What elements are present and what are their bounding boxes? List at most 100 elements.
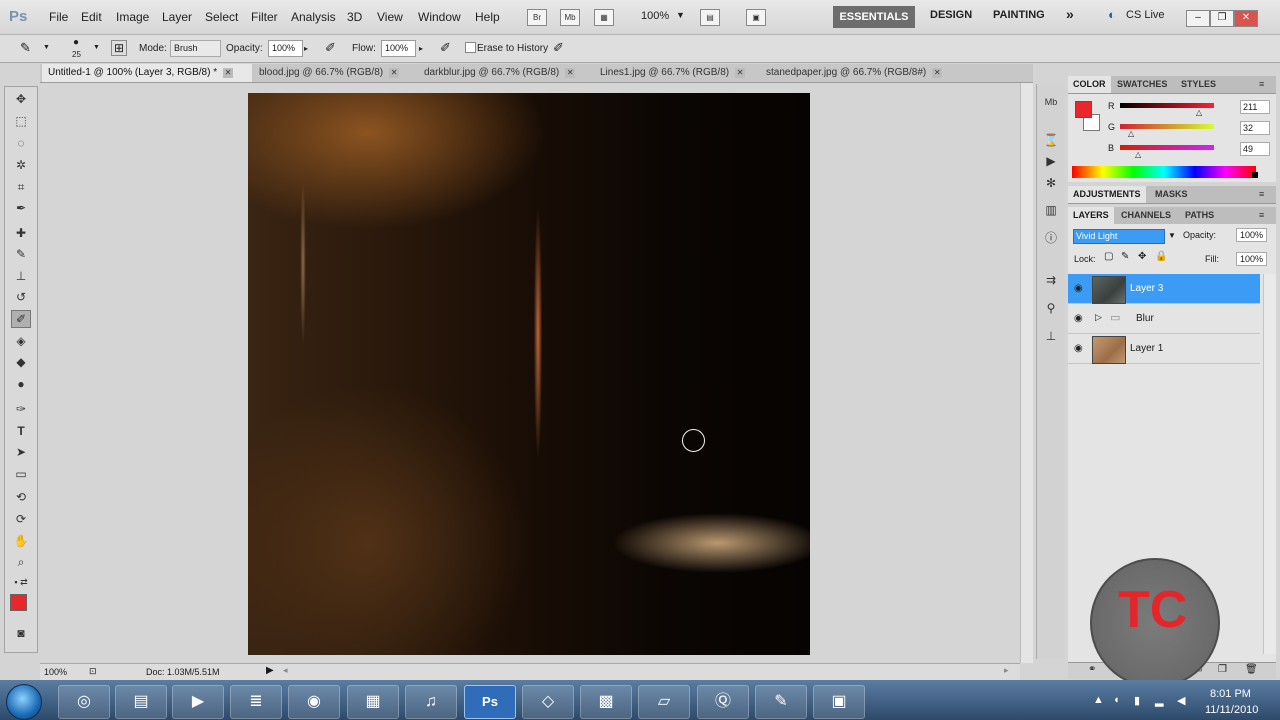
status-menu-arrow-icon[interactable]: ▶ — [266, 665, 274, 676]
tab-darkblur[interactable]: darkblur.jpg @ 66.7% (RGB/8) ✕ — [418, 64, 594, 82]
rectangle-tool-icon[interactable]: ▭ — [12, 466, 30, 482]
expand-triangle-icon[interactable]: ▷ — [1095, 312, 1102, 323]
mini-bridge-button[interactable]: Mb — [560, 9, 580, 26]
opacity-slider-arrow-icon[interactable]: ▸ — [304, 44, 308, 53]
lock-all-icon[interactable]: 🔒 — [1155, 251, 1167, 262]
workspace-design[interactable]: DESIGN — [930, 9, 972, 21]
chevron-down-icon[interactable]: ▼ — [1168, 231, 1176, 240]
brush-tool-icon[interactable]: ✎ — [12, 246, 30, 262]
file-manager-icon[interactable]: ▦ — [347, 685, 399, 719]
g-value[interactable]: 32 — [1240, 121, 1270, 135]
notes-icon[interactable]: ▱ — [638, 685, 690, 719]
status-info-icon[interactable]: ⊡ — [89, 666, 97, 677]
link-layers-icon[interactable]: ⚭ — [1088, 664, 1096, 675]
close-icon[interactable]: ✕ — [223, 68, 234, 78]
delete-layer-icon[interactable]: 🗑 — [1245, 664, 1258, 675]
layer-opacity-input[interactable]: 100% — [1236, 228, 1267, 242]
pressure-opacity-icon[interactable]: ✐ — [325, 40, 336, 56]
brush-presets-icon[interactable]: ⇉ — [1042, 272, 1060, 288]
black-swatch[interactable] — [1252, 172, 1258, 178]
chrome-icon[interactable]: ◎ — [58, 685, 110, 719]
arrange-documents-icon[interactable]: ▤ — [700, 9, 720, 26]
eraser-tool-icon[interactable]: ✎ — [20, 40, 31, 56]
status-zoom[interactable]: 100% — [44, 667, 67, 677]
show-hidden-icons-icon[interactable]: ▲ — [1093, 694, 1104, 706]
menu-help[interactable]: Help — [475, 10, 500, 24]
explorer-folder-icon[interactable]: ▤ — [115, 685, 167, 719]
color-spectrum-ramp[interactable] — [1072, 166, 1256, 178]
workspace-painting[interactable]: PAINTING — [993, 9, 1045, 21]
sticky-notes-icon[interactable]: ◇ — [522, 685, 574, 719]
r-value[interactable]: 211 — [1240, 100, 1270, 114]
vertical-scrollbar[interactable] — [1020, 83, 1033, 663]
paint-bucket-tool-icon[interactable]: ◈ — [12, 333, 30, 349]
tab-blood[interactable]: blood.jpg @ 66.7% (RGB/8) ✕ — [253, 64, 419, 82]
close-icon[interactable]: ✕ — [389, 68, 400, 78]
network-icon[interactable]: ◖ — [1113, 694, 1120, 706]
navigator-icon[interactable]: ✻ — [1042, 175, 1060, 191]
pen-tool-icon[interactable]: ✑ — [12, 401, 30, 417]
scroll-left-icon[interactable]: ◂ — [283, 665, 288, 676]
3d-rotate-tool-icon[interactable]: ⟲ — [12, 489, 30, 505]
marquee-tool-icon[interactable]: ⬚ — [12, 113, 30, 129]
actions-icon[interactable]: ▶ — [1042, 153, 1060, 169]
r-slider-handle-icon[interactable]: △ — [1196, 108, 1202, 117]
brush-preset-icon[interactable]: ● — [73, 37, 79, 48]
tab-styles[interactable]: STYLES — [1176, 76, 1221, 93]
mode-select[interactable]: Brush — [170, 40, 221, 57]
menu-edit[interactable]: Edit — [81, 10, 102, 24]
cs-live-button[interactable]: CS Live — [1126, 9, 1165, 21]
chevron-down-icon[interactable]: ▼ — [676, 10, 685, 20]
tab-masks[interactable]: MASKS — [1150, 186, 1193, 203]
screen-mode-icon[interactable]: ▣ — [746, 9, 766, 26]
lasso-tool-icon[interactable]: ◌ — [12, 135, 30, 151]
eyedropper-tool-icon[interactable]: ✒ — [12, 200, 30, 216]
brush-panel-icon[interactable]: ⊞ — [111, 40, 127, 56]
tab-layers[interactable]: LAYERS — [1068, 207, 1114, 224]
tab-paths[interactable]: PATHS — [1180, 207, 1219, 224]
layer-row-layer-1[interactable]: ◉ Layer 1 — [1068, 334, 1260, 364]
b-slider-handle-icon[interactable]: △ — [1135, 150, 1141, 159]
path-selection-tool-icon[interactable]: ➤ — [12, 444, 30, 460]
healing-brush-tool-icon[interactable]: ✚ — [12, 225, 30, 241]
tool-presets-icon[interactable]: ⊥ — [1042, 328, 1060, 344]
volume-icon[interactable]: ◀ — [1177, 694, 1185, 707]
menu-window[interactable]: Window — [418, 10, 461, 24]
tab-color[interactable]: COLOR — [1068, 76, 1111, 93]
app-icon[interactable]: ▣ — [813, 685, 865, 719]
menu-3d[interactable]: 3D — [347, 10, 362, 24]
itunes-icon[interactable]: ♫ — [405, 685, 457, 719]
clock-time[interactable]: 8:01 PM — [1210, 688, 1251, 700]
eye-icon[interactable]: ◉ — [1074, 313, 1083, 324]
screen-recorder-icon[interactable]: ◉ — [288, 685, 340, 719]
lock-position-icon[interactable]: ✥ — [1138, 251, 1146, 262]
hand-tool-icon[interactable]: ✋ — [12, 533, 30, 549]
menu-layer[interactable]: Layer — [162, 10, 192, 24]
layers-scrollbar[interactable] — [1263, 274, 1276, 654]
clone-source-icon[interactable]: ⚲ — [1042, 300, 1060, 316]
scroll-right-icon[interactable]: ▸ — [1004, 665, 1009, 676]
document-canvas[interactable] — [248, 93, 810, 655]
histogram-icon[interactable]: ▥ — [1042, 202, 1060, 218]
minimize-button[interactable]: – — [1186, 10, 1210, 27]
airbrush-icon[interactable]: ✐ — [440, 40, 451, 56]
menu-file[interactable]: File — [49, 10, 68, 24]
panel-menu-icon[interactable]: ≡ — [1254, 207, 1269, 224]
quick-selection-tool-icon[interactable]: ✲ — [12, 157, 30, 173]
quick-mask-icon[interactable]: ◙ — [12, 625, 30, 641]
type-tool-icon[interactable]: T — [12, 423, 30, 439]
tab-adjustments[interactable]: ADJUSTMENTS — [1068, 186, 1146, 203]
tab-swatches[interactable]: SWATCHES — [1112, 76, 1172, 93]
close-icon[interactable]: ✕ — [735, 68, 746, 78]
tab-stanedpaper[interactable]: stanedpaper.jpg @ 66.7% (RGB/8#) ✕ — [760, 64, 966, 82]
tab-untitled-1[interactable]: Untitled-1 @ 100% (Layer 3, RGB/8) * ✕ — [42, 64, 252, 82]
3d-orbit-tool-icon[interactable]: ⟳ — [12, 511, 30, 527]
erase-history-checkbox[interactable] — [465, 42, 476, 53]
lock-transparency-icon[interactable]: ▢ — [1104, 251, 1113, 262]
history-icon[interactable]: ⌛ — [1042, 132, 1060, 148]
mini-bridge-icon[interactable]: Mb — [1042, 94, 1060, 110]
history-brush-tool-icon[interactable]: ↺ — [12, 289, 30, 305]
close-button[interactable]: ✕ — [1234, 10, 1258, 27]
paint-icon[interactable]: ✎ — [755, 685, 807, 719]
layer-row-layer-3[interactable]: ◉ Layer 3 — [1068, 274, 1260, 304]
